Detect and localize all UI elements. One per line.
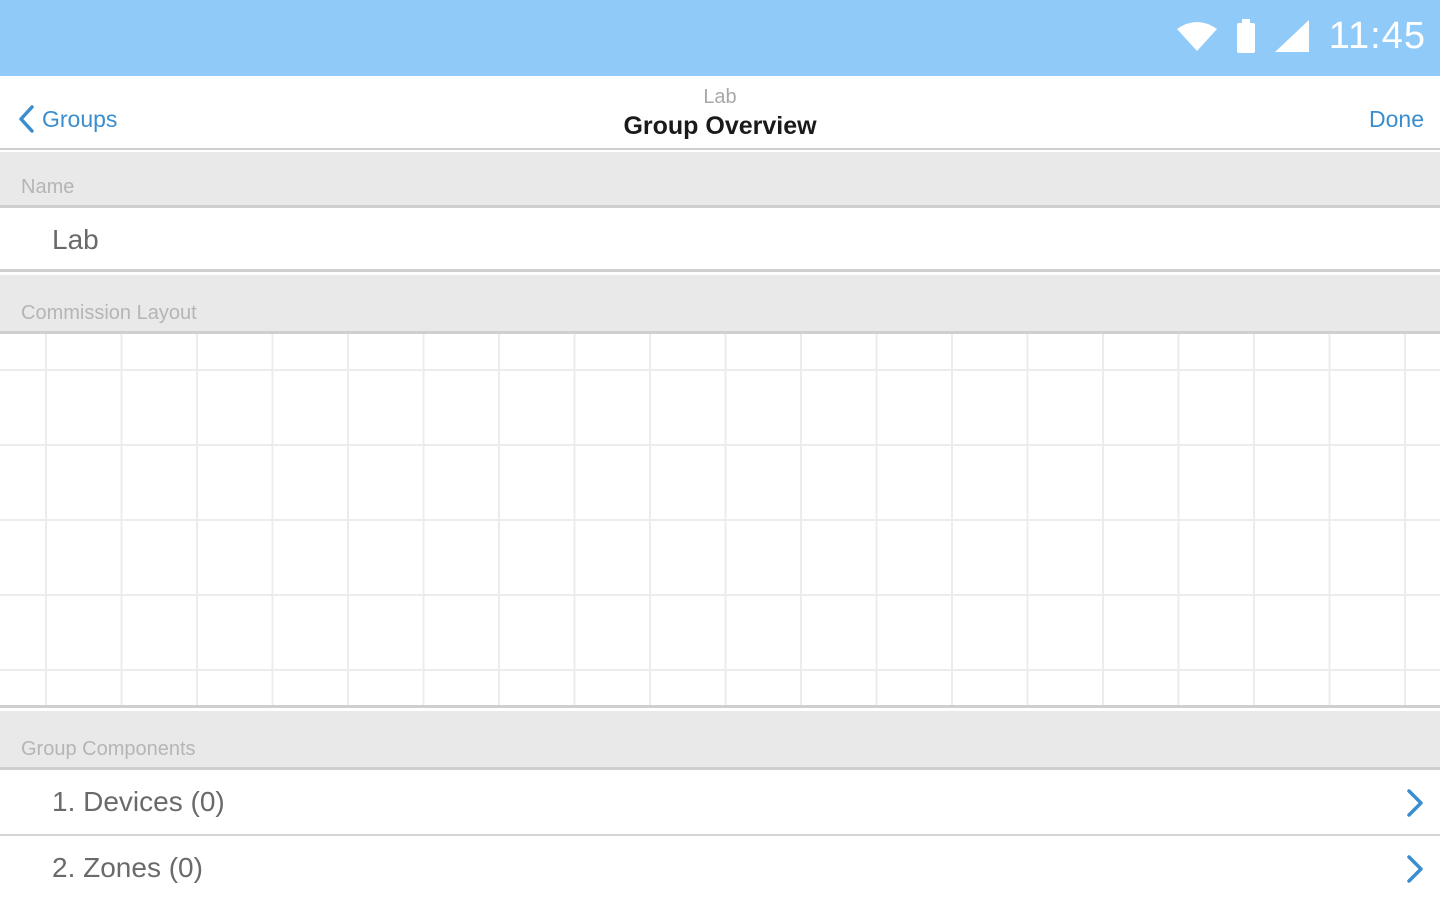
nav-subtitle: Lab [703, 86, 737, 108]
name-field-row[interactable]: Lab [0, 208, 1440, 272]
name-field[interactable]: Lab [52, 224, 99, 256]
components-section-label: Group Components [21, 738, 196, 760]
list-item-zones[interactable]: 2. Zones (0) [0, 836, 1440, 900]
list-item-label: 2. Zones (0) [52, 852, 203, 883]
chevron-right-icon [1407, 789, 1423, 817]
layout-section-label: Commission Layout [21, 302, 197, 324]
cellular-signal-icon [1274, 20, 1309, 52]
list-item-label: 1. Devices (0) [52, 786, 225, 817]
list-item-devices[interactable]: 1. Devices (0) [0, 770, 1440, 834]
nav-bar: Groups Lab Group Overview Done [0, 76, 1440, 150]
nav-titles: Lab Group Overview [0, 84, 1440, 142]
chevron-right-icon [1407, 855, 1423, 883]
status-icons: 11:45 [1176, 14, 1426, 58]
battery-icon [1236, 19, 1255, 53]
components-section-header: Group Components [0, 711, 1440, 770]
commission-layout-grid[interactable] [0, 334, 1440, 708]
done-button[interactable]: Done [1369, 106, 1424, 133]
status-bar: 11:45 [0, 0, 1440, 76]
status-time: 11:45 [1328, 14, 1426, 57]
wifi-icon [1176, 22, 1217, 51]
name-section-header: Name [0, 152, 1440, 208]
page-title: Group Overview [623, 112, 817, 140]
name-section-label: Name [21, 176, 75, 198]
layout-section-header: Commission Layout [0, 275, 1440, 334]
